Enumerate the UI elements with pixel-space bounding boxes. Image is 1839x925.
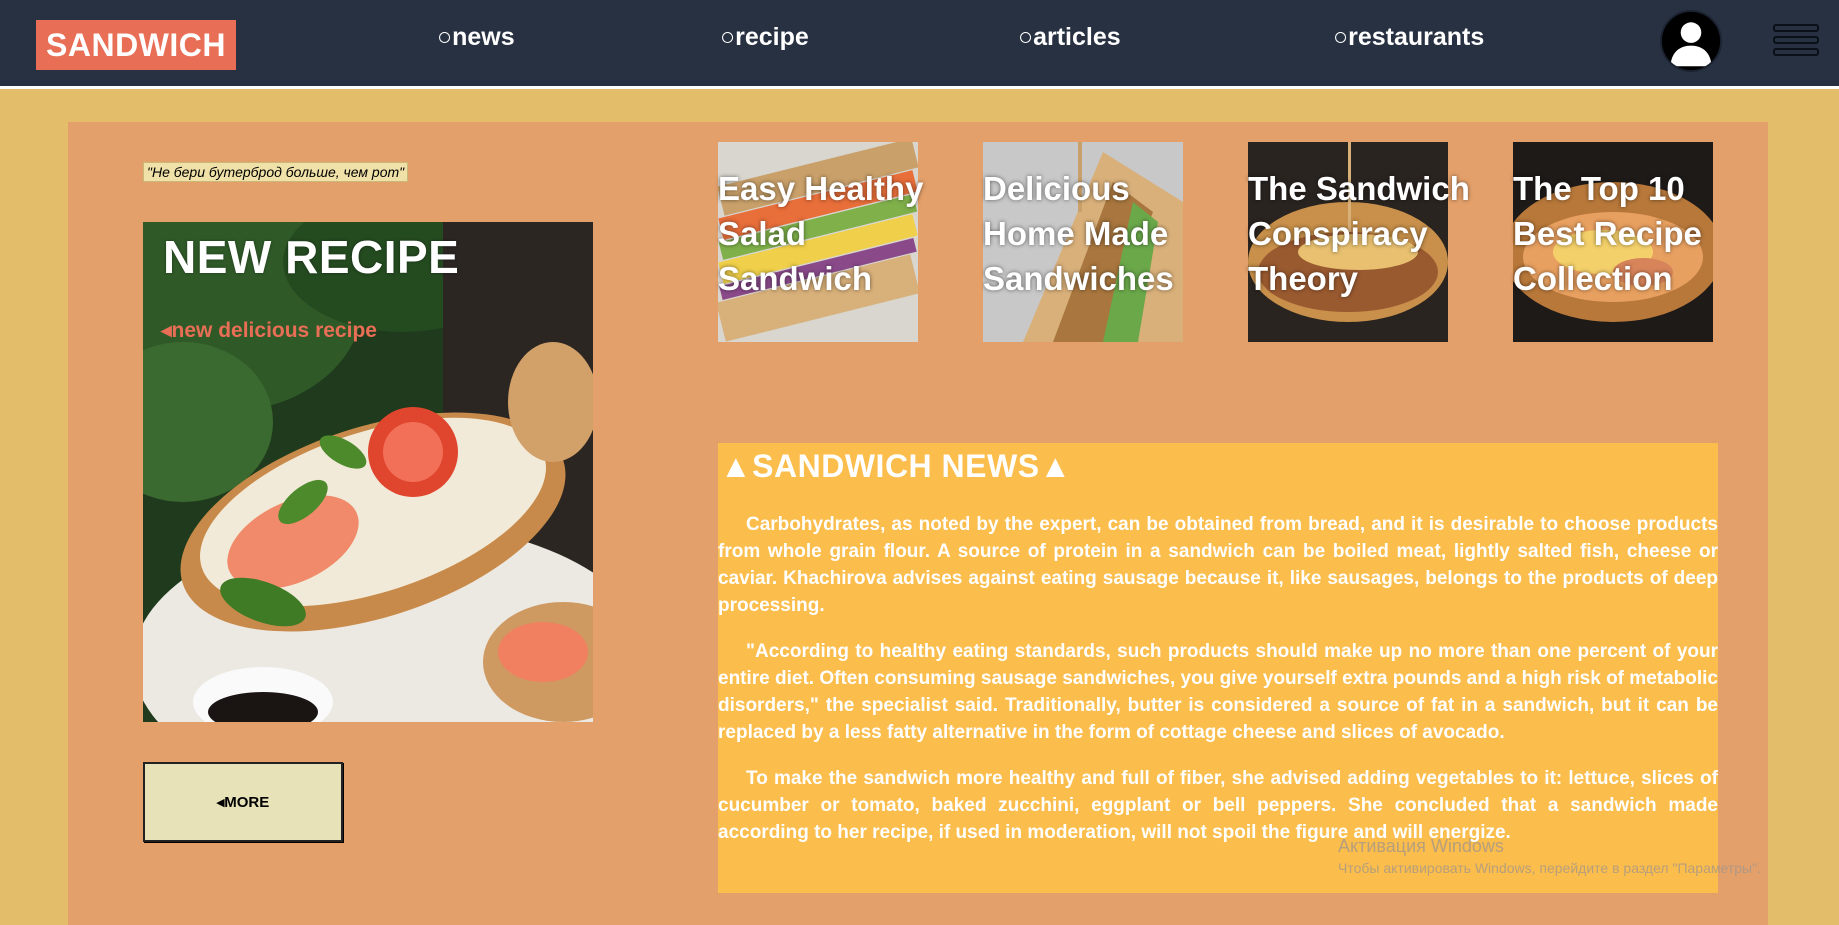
card-title: Delicious Home Made Sandwiches bbox=[983, 170, 1174, 297]
card-top-10-best-recipe-collection[interactable]: The Top 10 Best Recipe Collection bbox=[1513, 142, 1713, 342]
hero-subtitle-link[interactable]: ◂new delicious recipe bbox=[161, 318, 377, 343]
more-button[interactable]: ◂MORE bbox=[143, 762, 343, 842]
news-paragraph: To make the sandwich more healthy and fu… bbox=[718, 768, 1718, 843]
top-header: SANDWICH ○news ○recipe ○articles ○restau… bbox=[0, 0, 1839, 89]
site-logo[interactable]: SANDWICH bbox=[36, 20, 236, 70]
hamburger-menu-icon[interactable] bbox=[1773, 24, 1821, 58]
card-sandwich-conspiracy-theory[interactable]: The Sandwich Conspiracy Theory bbox=[1248, 142, 1470, 342]
nav-restaurants[interactable]: ○restaurants bbox=[1333, 22, 1484, 52]
hero-food-image bbox=[143, 222, 593, 722]
news-body: Carbohydrates, as noted by the expert, c… bbox=[718, 511, 1718, 865]
card-title: Easy Healthy Salad Sandwich bbox=[718, 170, 924, 297]
news-paragraph: Carbohydrates, as noted by the expert, c… bbox=[718, 514, 1718, 616]
sandwich-news-section: ▲SANDWICH NEWS▲ Carbohydrates, as noted … bbox=[718, 443, 1718, 893]
card-easy-healthy-salad-sandwich[interactable]: Easy Healthy Salad Sandwich bbox=[718, 142, 923, 342]
card-delicious-home-made-sandwiches[interactable]: Delicious Home Made Sandwiches bbox=[983, 142, 1183, 342]
hero-title: NEW RECIPE bbox=[163, 231, 460, 283]
new-recipe-hero[interactable]: NEW RECIPE ◂new delicious recipe bbox=[143, 222, 593, 722]
card-title: The Top 10 Best Recipe Collection bbox=[1513, 170, 1702, 297]
nav-recipe[interactable]: ○recipe bbox=[720, 22, 809, 52]
user-avatar-icon[interactable] bbox=[1660, 10, 1722, 72]
news-title: ▲SANDWICH NEWS▲ bbox=[720, 448, 1072, 484]
news-paragraph: "According to healthy eating standards, … bbox=[718, 641, 1718, 743]
nav-news[interactable]: ○news bbox=[437, 22, 515, 52]
card-title: The Sandwich Conspiracy Theory bbox=[1248, 170, 1470, 297]
nav-articles[interactable]: ○articles bbox=[1018, 22, 1121, 52]
quote-label: "Не бери бутерброд больше, чем рот" bbox=[143, 162, 409, 182]
